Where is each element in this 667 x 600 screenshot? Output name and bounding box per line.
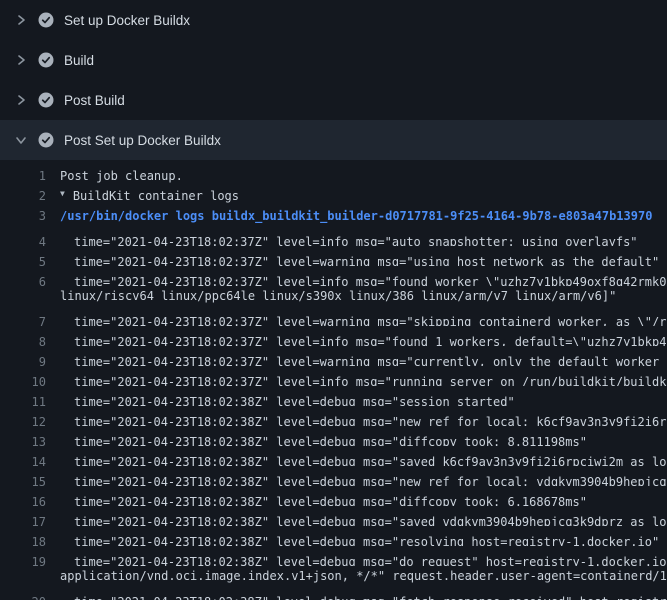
check-circle-icon	[38, 132, 54, 148]
step-title: Build	[64, 53, 94, 68]
step-header[interactable]: Build	[0, 40, 667, 80]
chevron-right-icon[interactable]	[12, 52, 30, 68]
log-line: 3 /usr/bin/docker logs buildx_buildkit_b…	[0, 206, 667, 226]
line-text: time="2021-04-23T18:02:38Z" level=debug …	[60, 552, 667, 566]
log-line: 12 time="2021-04-23T18:02:38Z" level=deb…	[0, 406, 667, 426]
actions-log-viewer: Set up Docker Buildx Build P	[0, 0, 667, 600]
line-text: BuildKit container logs	[73, 186, 239, 206]
line-text: application/vnd.oci.image.index.v1+json,…	[60, 566, 667, 586]
line-text: time="2021-04-23T18:02:38Z" level=debug …	[60, 512, 667, 526]
step-title: Set up Docker Buildx	[64, 13, 190, 28]
log-line: 5 time="2021-04-23T18:02:37Z" level=warn…	[0, 246, 667, 266]
line-text: /usr/bin/docker logs buildx_buildkit_bui…	[60, 206, 652, 226]
line-number[interactable]: 5	[0, 252, 46, 266]
chevron-right-icon[interactable]	[12, 12, 30, 28]
line-text: time="2021-04-23T18:02:38Z" level=debug …	[60, 432, 587, 446]
log-line: 1 Post job cleanup.	[0, 166, 667, 186]
line-number[interactable]	[0, 566, 46, 586]
step-header[interactable]: Post Build	[0, 80, 667, 120]
line-number[interactable]: 12	[0, 412, 46, 426]
line-text: time="2021-04-23T18:02:37Z" level=warnin…	[60, 312, 667, 326]
group-expanded-icon[interactable]: ▼	[60, 186, 65, 204]
line-number[interactable]: 6	[0, 272, 46, 286]
log-line: 15 time="2021-04-23T18:02:38Z" level=deb…	[0, 466, 667, 486]
step-title: Post Build	[64, 93, 125, 108]
line-number[interactable]: 16	[0, 492, 46, 506]
log-line: 10 time="2021-04-23T18:02:37Z" level=inf…	[0, 366, 667, 386]
line-text: time="2021-04-23T18:02:38Z" level=debug …	[60, 452, 667, 466]
line-text: time="2021-04-23T18:02:38Z" level=debug …	[60, 392, 515, 406]
line-number[interactable]: 18	[0, 532, 46, 546]
line-text: time="2021-04-23T18:02:37Z" level=info m…	[60, 372, 667, 386]
line-text: time="2021-04-23T18:02:37Z" level=warnin…	[60, 352, 667, 366]
line-number[interactable]: 10	[0, 372, 46, 386]
line-number[interactable]: 9	[0, 352, 46, 366]
log-line: 9 time="2021-04-23T18:02:37Z" level=warn…	[0, 346, 667, 366]
log-line: application/vnd.oci.image.index.v1+json,…	[0, 566, 667, 586]
line-text: time="2021-04-23T18:02:38Z" level=debug …	[60, 412, 667, 426]
line-text: time="2021-04-23T18:02:37Z" level=info m…	[60, 232, 638, 246]
line-number[interactable]: 17	[0, 512, 46, 526]
line-text: linux/riscv64 linux/ppc64le linux/s390x …	[60, 286, 616, 306]
log-area: 1 Post job cleanup. 2 ▼ BuildKit containe…	[0, 160, 667, 600]
line-text: time="2021-04-23T18:02:38Z" level=debug …	[60, 492, 587, 506]
log-line: 14 time="2021-04-23T18:02:38Z" level=deb…	[0, 446, 667, 466]
log-line: 20 time="2021-04-23T18:02:38Z" level=deb…	[0, 586, 667, 600]
line-text: time="2021-04-23T18:02:37Z" level=warnin…	[60, 252, 659, 266]
check-circle-icon	[38, 52, 54, 68]
line-number[interactable]: 7	[0, 312, 46, 326]
log-line: 18 time="2021-04-23T18:02:38Z" level=deb…	[0, 526, 667, 546]
log-line: 19 time="2021-04-23T18:02:38Z" level=deb…	[0, 546, 667, 566]
line-number[interactable]: 11	[0, 392, 46, 406]
steps-list: Set up Docker Buildx Build P	[0, 0, 667, 160]
line-number[interactable]: 15	[0, 472, 46, 486]
log-line: linux/riscv64 linux/ppc64le linux/s390x …	[0, 286, 667, 306]
chevron-down-icon[interactable]	[12, 132, 30, 148]
line-number[interactable]: 3	[0, 206, 46, 226]
log-line: 7 time="2021-04-23T18:02:37Z" level=warn…	[0, 306, 667, 326]
line-number[interactable]	[0, 286, 46, 306]
line-text: time="2021-04-23T18:02:37Z" level=info m…	[60, 272, 667, 286]
line-number[interactable]: 1	[0, 166, 46, 186]
line-number[interactable]: 20	[0, 592, 46, 600]
line-number[interactable]: 2	[0, 186, 46, 206]
line-number[interactable]: 4	[0, 232, 46, 246]
line-text: time="2021-04-23T18:02:38Z" level=debug …	[60, 472, 667, 486]
log-line: 11 time="2021-04-23T18:02:38Z" level=deb…	[0, 386, 667, 406]
chevron-right-icon[interactable]	[12, 92, 30, 108]
line-text: Post job cleanup.	[60, 166, 183, 186]
line-number[interactable]: 19	[0, 552, 46, 566]
log-line: 4 time="2021-04-23T18:02:37Z" level=info…	[0, 226, 667, 246]
log-group-toggle[interactable]: 2 ▼ BuildKit container logs	[0, 186, 667, 206]
log-line: 8 time="2021-04-23T18:02:37Z" level=info…	[0, 326, 667, 346]
line-number[interactable]: 14	[0, 452, 46, 466]
line-text: time="2021-04-23T18:02:37Z" level=info m…	[60, 332, 667, 346]
line-text: time="2021-04-23T18:02:38Z" level=debug …	[60, 592, 667, 600]
check-circle-icon	[38, 92, 54, 108]
step-header[interactable]: Post Set up Docker Buildx	[0, 120, 667, 160]
line-number[interactable]: 13	[0, 432, 46, 446]
log-line: 16 time="2021-04-23T18:02:38Z" level=deb…	[0, 486, 667, 506]
line-text: time="2021-04-23T18:02:38Z" level=debug …	[60, 532, 659, 546]
log-line: 6 time="2021-04-23T18:02:37Z" level=info…	[0, 266, 667, 286]
log-line: 17 time="2021-04-23T18:02:38Z" level=deb…	[0, 506, 667, 526]
log-line: 13 time="2021-04-23T18:02:38Z" level=deb…	[0, 426, 667, 446]
step-header[interactable]: Set up Docker Buildx	[0, 0, 667, 40]
step-title: Post Set up Docker Buildx	[64, 133, 221, 148]
line-number[interactable]: 8	[0, 332, 46, 346]
check-circle-icon	[38, 12, 54, 28]
